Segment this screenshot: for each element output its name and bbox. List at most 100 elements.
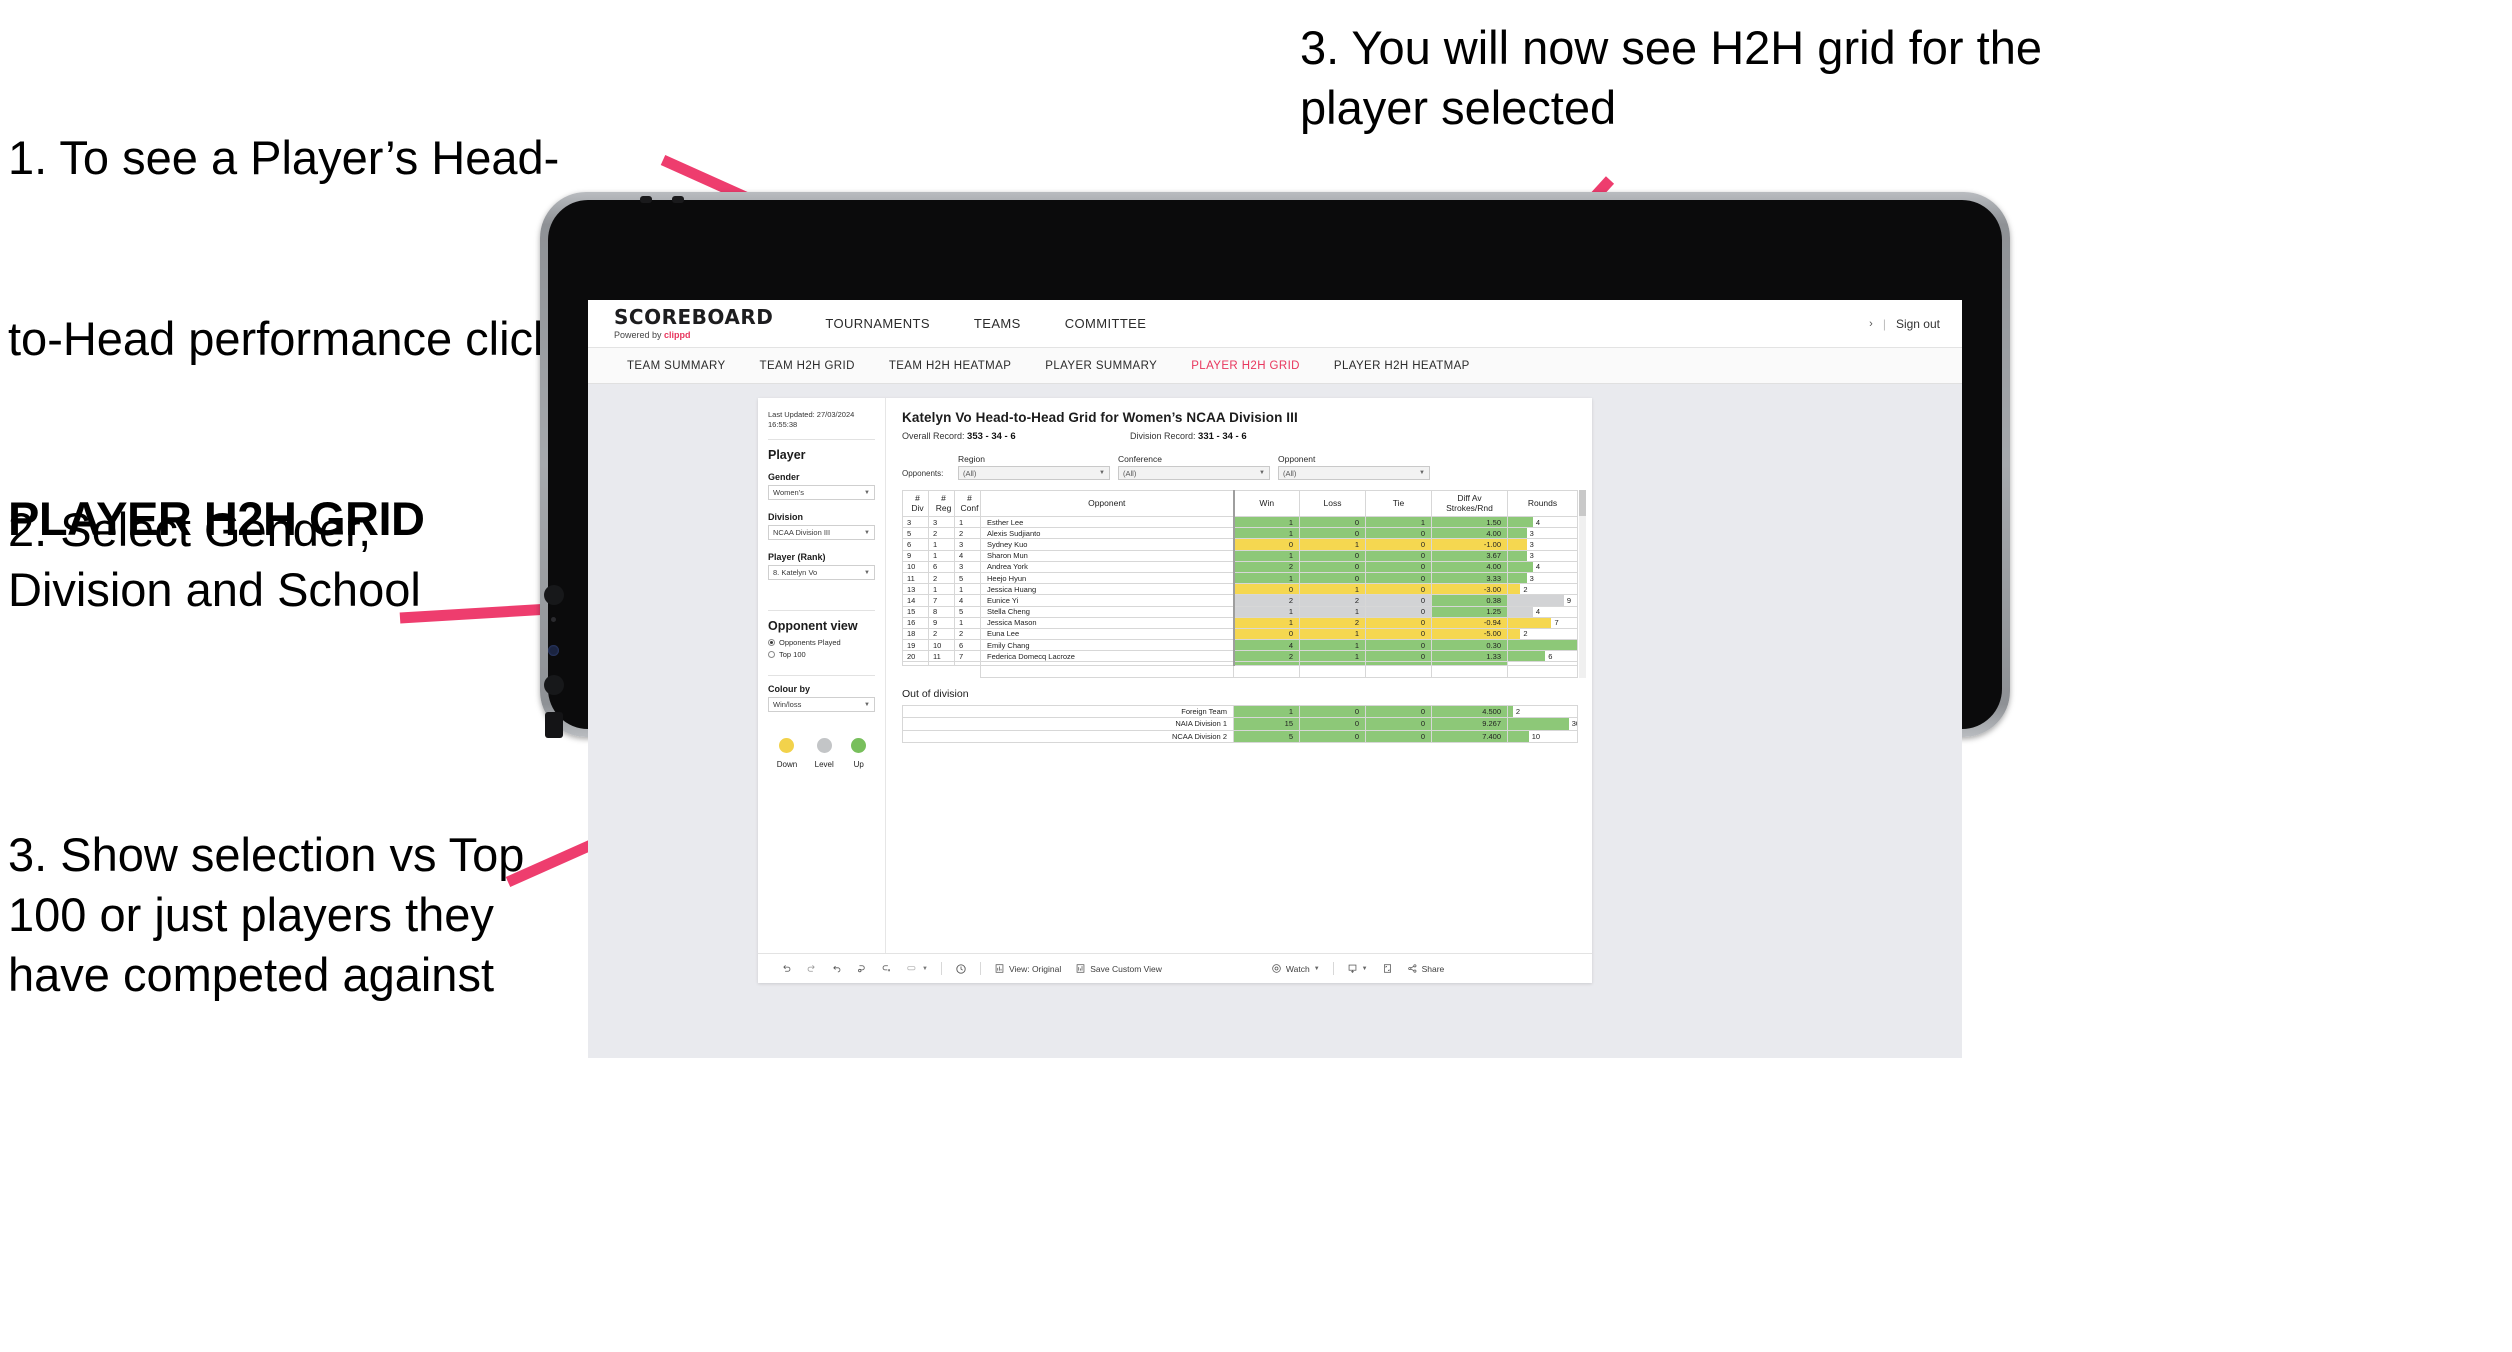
table-row[interactable]: 9 1 4 Sharon Mun 1 0 0 3.67 3	[902, 549, 1578, 562]
last-updated-text: Last Updated: 27/03/2024 16:55:38	[768, 410, 855, 430]
cell-blank	[1431, 665, 1508, 678]
refresh-data-button[interactable]	[849, 963, 874, 974]
redo-button[interactable]	[799, 963, 824, 974]
top-mic-icon	[672, 196, 684, 203]
cell-rounds: 3	[1507, 527, 1578, 540]
cell-tie: 0	[1365, 538, 1432, 551]
chevron-down-icon: ▼	[1361, 965, 1368, 972]
revert-button[interactable]	[824, 963, 849, 974]
tab-team-summary[interactable]: TEAM SUMMARY	[610, 360, 743, 372]
legend-item-level: Level	[815, 738, 834, 769]
region-filter-select[interactable]: (All) ▼	[958, 466, 1110, 480]
table-blank-row	[903, 665, 1578, 678]
out-of-division-row[interactable]: NAIA Division 115009.26730	[902, 717, 1578, 731]
fullscreen-button[interactable]	[1375, 963, 1400, 974]
out-of-division-row[interactable]: Foreign Team 1 0 0 4.500 2	[902, 704, 1578, 719]
tab-player-h2h-grid[interactable]: PLAYER H2H GRID	[1174, 360, 1317, 372]
table-row[interactable]: 14 7 4 Eunice Yi 2 2 0 0.38 9	[902, 594, 1578, 607]
cell-conf: 1	[954, 616, 981, 629]
chevron-down-icon: ▼	[864, 701, 870, 708]
undo-button[interactable]	[774, 963, 799, 974]
gender-select[interactable]: Women’s ▼	[768, 485, 875, 501]
h2h-main-pane: Katelyn Vo Head-to-Head Grid for Women’s…	[886, 398, 1592, 953]
cell-rounds: 4	[1507, 605, 1578, 618]
cell-reg: 6	[928, 560, 955, 573]
nav-item-committee[interactable]: COMMITTEE	[1043, 300, 1169, 347]
chevron-down-icon: ▼	[922, 965, 928, 972]
cell-win: 4	[1232, 639, 1300, 652]
pause-auto-updates-button[interactable]	[948, 963, 974, 975]
download-button[interactable]: ▼	[1340, 963, 1375, 974]
rounds-value: 2	[1523, 584, 1528, 594]
table-row[interactable]: 15 8 5 Stella Cheng 1 1 0 1.25 4	[902, 605, 1578, 618]
highlight-button[interactable]: ▼	[899, 963, 935, 974]
table-row[interactable]: 16 9 1 Jessica Mason 1 2 0 -0.94 7	[902, 616, 1578, 629]
table-row[interactable]: 10 6 3 Andrea York 2 0 0 4.00 4	[902, 560, 1578, 573]
records-row: Overall Record: 353 - 34 - 6 Division Re…	[902, 431, 1578, 442]
cell-conf: 6	[954, 639, 981, 652]
header-right: › | Sign out	[1869, 317, 1962, 331]
callout-step-2: 2. Select Gender, Division and School	[8, 503, 421, 617]
th-conf: # Conf	[954, 490, 981, 517]
table-row[interactable]: 5 2 2 Alexis Sudjianto 1 0 0 4.00 3	[902, 527, 1578, 540]
download-icon	[1347, 963, 1358, 974]
cell-win: 0	[1232, 583, 1300, 596]
tab-team-h2h-grid[interactable]: TEAM H2H GRID	[743, 360, 872, 372]
cell-opponent: Jessica Huang	[980, 583, 1234, 596]
legend-item-down: Down	[777, 738, 797, 769]
tab-player-summary[interactable]: PLAYER SUMMARY	[1028, 360, 1174, 372]
colour-legend: Down Level Up	[768, 738, 875, 769]
player-rank-select[interactable]: 8. Katelyn Vo ▼	[768, 565, 875, 581]
save-custom-view-button[interactable]: Save Custom View	[1068, 963, 1169, 974]
dashboard-body: Last Updated: 27/03/2024 16:55:38 Player…	[758, 398, 1592, 953]
cell-rounds: 10	[1507, 729, 1578, 744]
divider	[768, 439, 875, 441]
table-row[interactable]: 11 2 5 Heejo Hyun 1 0 0 3.33 3	[902, 571, 1578, 585]
share-button[interactable]: Share	[1400, 963, 1452, 974]
out-of-division-row[interactable]: NCAA Division 2 5 0 0 7.400 10	[902, 729, 1578, 744]
volume-button[interactable]	[545, 712, 563, 738]
division-select[interactable]: NCAA Division III ▼	[768, 525, 875, 541]
app-header: SCOREBOARD Powered by clippd TOURNAMENTS…	[588, 300, 1962, 348]
out-of-division-body: Foreign Team 1 0 0 4.500 2 NAIA Division 1 15 0 0…	[902, 704, 1578, 744]
tab-player-h2h-heatmap[interactable]: PLAYER H2H HEATMAP	[1317, 360, 1487, 372]
table-scroll-thumb[interactable]	[1579, 490, 1586, 516]
out-of-division-title: Out of division	[902, 687, 969, 700]
radio-top-100-label: Top 100	[779, 650, 806, 660]
brand-title: SCOREBOARD	[614, 305, 774, 329]
table-row[interactable]: 6 1 3 Sydney Kuo 0 1 0 -1.00 3	[902, 538, 1578, 551]
cell-conf: 7	[954, 650, 981, 663]
view-original-button[interactable]: View: Original	[987, 963, 1068, 974]
cell-reg: 8	[928, 605, 955, 618]
rounds-bar	[1508, 573, 1527, 583]
table-header-row: # Div # Reg # Conf Opponent Win Loss Tie…	[902, 490, 1578, 517]
nav-item-teams[interactable]: TEAMS	[952, 300, 1043, 347]
watch-button[interactable]: Watch ▼	[1264, 963, 1327, 974]
rounds-value: 7	[1554, 618, 1559, 628]
tab-team-h2h-heatmap[interactable]: TEAM H2H HEATMAP	[872, 360, 1028, 372]
chevron-right-icon[interactable]: ›	[1869, 318, 1873, 330]
table-row[interactable]: 20 11 7 Federica Domecq Lacroze 2 1 0 1.33 6	[902, 650, 1578, 663]
opponent-filter-select[interactable]: (All) ▼	[1278, 466, 1430, 480]
table-row[interactable]: 19106Emily Chang4100.3011	[902, 639, 1578, 652]
cell-rounds: 4	[1507, 515, 1578, 529]
cell-loss: 0	[1299, 515, 1366, 529]
colour-by-select[interactable]: Win/loss ▼	[768, 697, 875, 713]
nav-item-tournaments[interactable]: TOURNAMENTS	[803, 300, 952, 347]
radio-opponents-played[interactable]: Opponents Played	[768, 638, 875, 647]
brand-logo[interactable]: SCOREBOARD Powered by clippd	[588, 307, 803, 340]
sign-out-link[interactable]: Sign out	[1896, 317, 1940, 331]
cell-rounds: 7	[1507, 616, 1578, 629]
cell-win: 1	[1232, 616, 1300, 629]
table-row[interactable]: 3 3 1 Esther Lee 1 0 1 1.50 4	[902, 515, 1578, 529]
conference-filter-select[interactable]: (All) ▼	[1118, 466, 1270, 480]
cell-loss: 0	[1299, 560, 1366, 573]
table-scrollbar[interactable]	[1579, 490, 1586, 678]
radio-top-100[interactable]: Top 100	[768, 650, 875, 659]
cell-win: 2	[1232, 560, 1300, 573]
table-row[interactable]: 18 2 2 Euna Lee 0 1 0 -5.00 2	[902, 627, 1578, 641]
conference-filter-value: (All)	[1123, 468, 1137, 478]
pause-updates-button[interactable]	[874, 963, 899, 974]
region-filter: Region (All) ▼	[958, 454, 1110, 480]
table-row[interactable]: 13 1 1 Jessica Huang 0 1 0 -3.00 2	[902, 583, 1578, 596]
